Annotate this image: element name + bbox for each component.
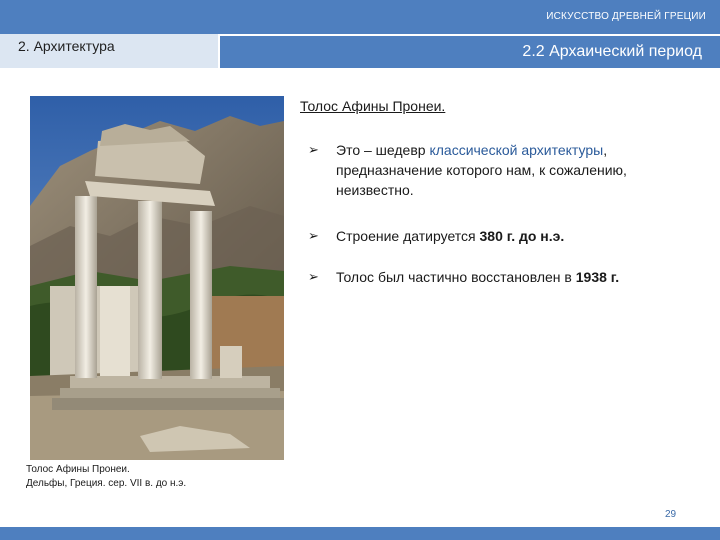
bullet-text: Строение датируется — [336, 228, 480, 244]
arrow-bullet-icon: ➢ — [308, 228, 319, 243]
subsection-banner: 2.2 Архаический период — [220, 36, 720, 68]
bullet-year: 1938 г. — [575, 269, 620, 285]
presentation-title: ИСКУССТВО ДРЕВНЕЙ ГРЕЦИИ — [546, 11, 706, 22]
subsection-title: 2.2 Архаический период — [522, 43, 702, 60]
section-tab: 2. Архитектура — [0, 34, 218, 68]
tholos-photo — [30, 96, 284, 460]
bullet-item: ➢ Это – шедевр классической архитектуры,… — [308, 140, 708, 200]
bullet-text: Толос был частично восстановлен в — [336, 269, 576, 285]
caption-location: Дельфы, Греция. сер. VII в. до н.э. — [26, 478, 187, 489]
top-banner: ИСКУССТВО ДРЕВНЕЙ ГРЕЦИИ — [0, 0, 720, 34]
bullet-text: Это – шедевр — [336, 142, 430, 158]
bottom-banner — [0, 527, 720, 540]
bullet-date: 380 г. до н.э. — [479, 228, 565, 244]
bullet-highlight: классической архитектуры — [429, 142, 604, 158]
content-heading: Толос Афины Пронеи. — [300, 98, 446, 114]
arrow-bullet-icon: ➢ — [308, 142, 319, 157]
section-title: 2. Архитектура — [18, 38, 115, 54]
bullet-item: ➢ Строение датируется 380 г. до н.э. — [308, 226, 564, 246]
page-number: 29 — [665, 509, 677, 520]
bullet-item: ➢ Толос был частично восстановлен в 1938… — [308, 267, 619, 287]
arrow-bullet-icon: ➢ — [308, 269, 319, 284]
photo-caption: Толос Афины Пронеи. Дельфы, Греция. сер.… — [26, 463, 186, 491]
caption-title: Толос Афины Пронеи. — [26, 464, 130, 475]
